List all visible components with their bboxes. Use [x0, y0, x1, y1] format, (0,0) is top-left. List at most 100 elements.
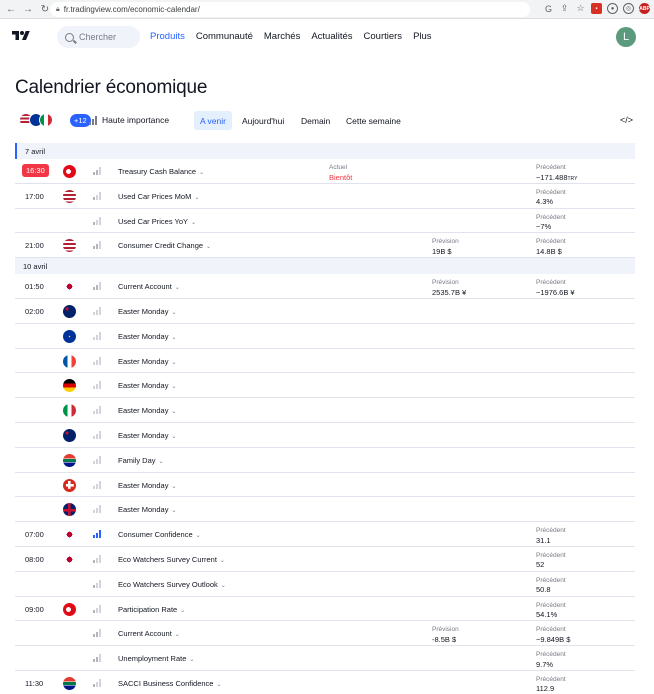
event-name[interactable]: Participation Rate ⌄: [118, 605, 185, 614]
share-icon[interactable]: ⇪: [559, 3, 570, 14]
tab-today[interactable]: Aujourd'hui: [236, 111, 290, 130]
table-row[interactable]: Easter Monday ⌄: [15, 349, 635, 374]
chevron-down-icon: ⌄: [171, 334, 177, 341]
table-row[interactable]: 17:00 Used Car Prices MoM ⌄ Précédent 4.3%: [15, 184, 635, 209]
flag-eu-icon: [63, 329, 76, 343]
flag-it-icon: [39, 113, 53, 127]
table-row[interactable]: Family Day ⌄: [15, 448, 635, 473]
event-name[interactable]: Current Account ⌄: [118, 282, 180, 291]
table-row[interactable]: 01:50 Current Account ⌄ Prévision 2535.7B …: [15, 274, 635, 299]
event-time: 01:50: [25, 282, 44, 292]
event-name[interactable]: Easter Monday ⌄: [118, 505, 176, 514]
table-row[interactable]: 21:00 Consumer Credit Change ⌄ Prévision 1…: [15, 233, 635, 259]
table-row[interactable]: 11:30 SACCI Business Confidence ⌄ Précéde…: [15, 671, 635, 694]
table-row[interactable]: 08:00 Eco Watchers Survey Current ⌄ Précé…: [15, 547, 635, 572]
nav-brokers[interactable]: Courtiers: [364, 31, 403, 42]
importance-bars-icon: [93, 241, 101, 250]
flag-jp-icon: [63, 552, 76, 566]
extension-icon[interactable]: ▪: [591, 3, 602, 14]
event-time: 17:00: [25, 191, 44, 201]
table-row[interactable]: Easter Monday ⌄: [15, 398, 635, 423]
flag-gb-icon: [63, 503, 76, 517]
table-row[interactable]: 02:00 Easter Monday ⌄: [15, 299, 635, 324]
event-time: 16:30: [22, 164, 49, 177]
table-row[interactable]: Easter Monday ⌄: [15, 497, 635, 523]
avatar[interactable]: L: [616, 27, 636, 47]
country-filter[interactable]: +12: [19, 113, 91, 129]
importance-bars-icon: [93, 331, 101, 340]
forward-icon[interactable]: →: [22, 3, 34, 15]
event-name[interactable]: Used Car Prices YoY ⌄: [118, 217, 196, 226]
nav-markets[interactable]: Marchés: [264, 31, 300, 42]
event-name[interactable]: Consumer Confidence ⌄: [118, 530, 201, 539]
table-row[interactable]: 09:00 Participation Rate ⌄ Précédent 54.1%: [15, 597, 635, 622]
event-name[interactable]: Unemployment Rate ⌄: [118, 654, 194, 663]
tab-tomorrow[interactable]: Demain: [295, 111, 336, 130]
event-name[interactable]: Eco Watchers Survey Current ⌄: [118, 555, 225, 564]
event-name[interactable]: Easter Monday ⌄: [118, 307, 176, 316]
high-importance-filter[interactable]: Haute importance: [89, 115, 169, 125]
event-name[interactable]: Eco Watchers Survey Outlook ⌄: [118, 580, 226, 589]
nav-products[interactable]: Produits: [150, 31, 185, 42]
event-name[interactable]: Used Car Prices MoM ⌄: [118, 192, 199, 201]
importance-bars-icon: [93, 480, 101, 489]
importance-bars-icon: [93, 629, 101, 638]
chevron-down-icon: ⌄: [171, 508, 177, 515]
event-name[interactable]: Easter Monday ⌄: [118, 406, 176, 415]
flag-us-icon: [63, 239, 76, 253]
table-row[interactable]: 07:00 Consumer Confidence ⌄ Précédent 31.1: [15, 522, 635, 547]
flag-ch-icon: [63, 478, 76, 492]
google-icon[interactable]: G: [543, 3, 554, 14]
event-name[interactable]: Treasury Cash Balance ⌄: [118, 167, 204, 176]
event-name[interactable]: Easter Monday ⌄: [118, 332, 176, 341]
nav-more[interactable]: Plus: [413, 31, 431, 42]
table-row[interactable]: Eco Watchers Survey Outlook ⌄ Précédent 50…: [15, 572, 635, 597]
previous-cell: Précédent 50.8: [536, 576, 566, 595]
previous-cell: Précédent −9.849B $: [536, 626, 571, 644]
event-name[interactable]: SACCI Business Confidence ⌄: [118, 679, 222, 688]
extension-ring-icon[interactable]: ◎: [623, 3, 634, 14]
event-name[interactable]: Easter Monday ⌄: [118, 357, 176, 366]
back-icon[interactable]: ←: [5, 3, 17, 15]
nav-news[interactable]: Actualités: [311, 31, 352, 42]
address-bar[interactable]: 🔒︎ fr.tradingview.com/economic-calendar/: [50, 2, 530, 17]
table-row[interactable]: Easter Monday ⌄: [15, 473, 635, 498]
event-name[interactable]: Current Account ⌄: [118, 629, 180, 638]
importance-bars-icon: [93, 554, 101, 563]
date-header: 7 avril: [15, 143, 635, 159]
embed-code-icon[interactable]: </>: [620, 115, 633, 125]
url-text: fr.tradingview.com/economic-calendar/: [63, 5, 200, 14]
lock-icon[interactable]: 🔒︎: [56, 6, 60, 14]
event-time: 09:00: [25, 604, 44, 614]
nav-community[interactable]: Communauté: [196, 31, 253, 42]
adblock-icon[interactable]: ABP: [639, 3, 650, 14]
table-row[interactable]: Easter Monday ⌄: [15, 423, 635, 448]
table-row[interactable]: Easter Monday ⌄: [15, 373, 635, 399]
previous-cell: Précédent 14.8B $: [536, 238, 566, 256]
tab-this-week[interactable]: Cette semaine: [340, 111, 407, 130]
previous-cell: Précédent 31.1: [536, 527, 566, 545]
forecast-cell: Prévision 2535.7B ¥: [432, 279, 467, 297]
extension-circle-icon[interactable]: ●: [607, 3, 618, 14]
tradingview-logo-icon[interactable]: [11, 29, 31, 43]
flag-de-icon: [63, 379, 76, 393]
table-row[interactable]: Used Car Prices YoY ⌄ Précédent −7%: [15, 209, 635, 234]
flag-za-icon: [63, 676, 76, 690]
star-icon[interactable]: ☆: [575, 3, 586, 14]
chevron-down-icon: ⌄: [174, 285, 180, 292]
event-name[interactable]: Family Day ⌄: [118, 456, 164, 465]
event-name[interactable]: Easter Monday ⌄: [118, 481, 176, 490]
table-row[interactable]: Unemployment Rate ⌄ Précédent 9.7%: [15, 646, 635, 671]
importance-bars-icon: [93, 654, 101, 663]
tab-upcoming[interactable]: A venir: [194, 111, 232, 130]
table-row[interactable]: Easter Monday ⌄: [15, 324, 635, 349]
previous-cell: Précédent −171.488TRY: [536, 164, 578, 182]
flag-us-icon: [63, 189, 76, 203]
event-name[interactable]: Easter Monday ⌄: [118, 381, 176, 390]
table-row[interactable]: 16:30 Treasury Cash Balance ⌄ Actuel Bient…: [15, 159, 635, 184]
event-name[interactable]: Easter Monday ⌄: [118, 431, 176, 440]
search-input[interactable]: Chercher: [57, 26, 140, 48]
table-row[interactable]: Current Account ⌄ Prévision -8.5B $ Précéd…: [15, 621, 635, 647]
event-name[interactable]: Consumer Credit Change ⌄: [118, 241, 211, 250]
event-time: 07:00: [25, 530, 44, 540]
